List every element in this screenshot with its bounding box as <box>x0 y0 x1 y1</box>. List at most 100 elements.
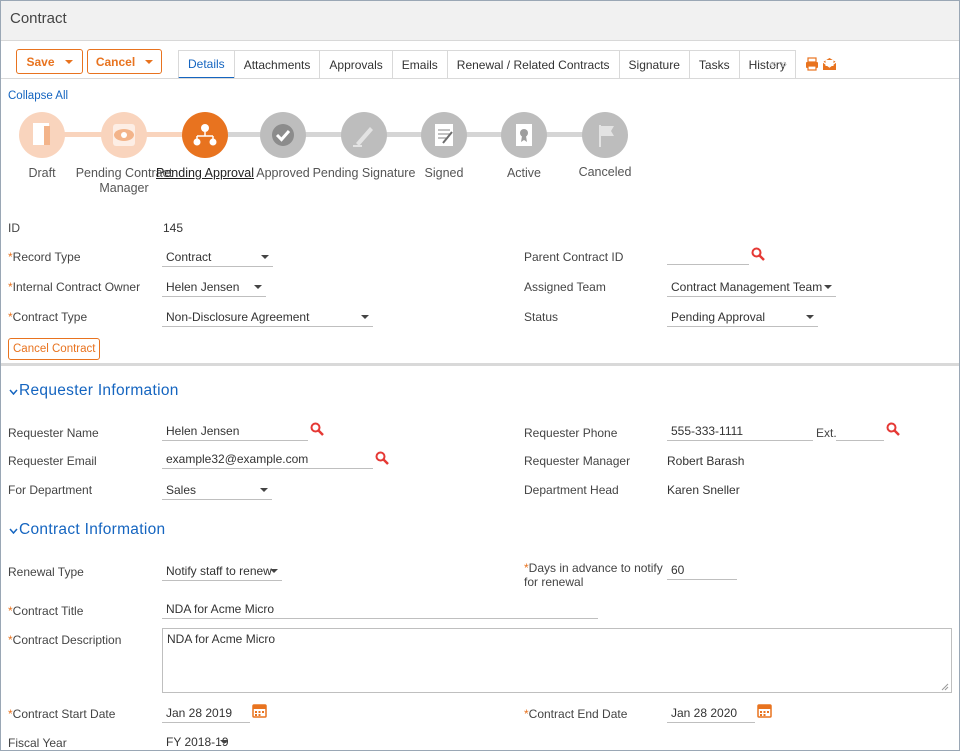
chevron-down-icon[interactable] <box>145 59 154 64</box>
internal-contract-owner-select[interactable]: Helen Jensen <box>162 277 266 297</box>
print-icon[interactable] <box>805 57 819 71</box>
tab-history[interactable]: History <box>738 50 796 79</box>
eye-icon <box>113 124 135 146</box>
tab-signature[interactable]: Signature <box>618 50 690 79</box>
contract-start-date-label: *Contract Start Date <box>8 707 116 721</box>
workflow-step-draft <box>19 112 65 158</box>
requester-information-header[interactable]: Requester Information <box>19 382 179 400</box>
workflow-step-canceled <box>582 112 628 158</box>
certificate-icon <box>516 124 532 146</box>
calendar-icon[interactable] <box>757 703 772 718</box>
chevron-down-icon <box>270 569 278 573</box>
requester-phone-input[interactable]: 555-333-1111 <box>667 421 813 441</box>
chevron-down-icon <box>254 285 262 289</box>
contract-information-header[interactable]: Contract Information <box>19 521 165 539</box>
contract-description-label: *Contract Description <box>8 633 122 647</box>
requester-manager-label: Requester Manager <box>524 454 631 468</box>
tab-scroll-arrows-icon[interactable]: « » <box>769 56 787 71</box>
renewal-type-label: Renewal Type <box>8 565 84 579</box>
id-label: ID <box>8 221 20 235</box>
title-bar: Contract <box>1 1 959 41</box>
fiscal-year-select[interactable]: FY 2018-19 <box>162 732 232 750</box>
renewal-type-select[interactable]: Notify staff to renew <box>162 561 282 581</box>
tab-approvals[interactable]: Approvals <box>319 50 393 79</box>
chevron-down-icon[interactable] <box>9 528 18 534</box>
chevron-down-icon <box>824 285 832 289</box>
tab-attachments[interactable]: Attachments <box>233 50 321 79</box>
for-department-label: For Department <box>8 483 93 497</box>
tab-details[interactable]: Details <box>178 50 235 79</box>
requester-manager-value: Robert Barash <box>667 454 745 468</box>
workflow-step-pending-signature <box>341 112 387 158</box>
checkmark-icon <box>272 124 294 146</box>
requester-email-label: Requester Email <box>8 454 97 468</box>
fiscal-year-label: Fiscal Year <box>8 736 67 750</box>
workflow-step-pending-approval <box>182 112 228 158</box>
workflow-step-signed <box>421 112 467 158</box>
id-value: 145 <box>163 221 184 235</box>
cancel-button-label: Cancel <box>95 54 136 69</box>
status-label: Status <box>524 310 559 324</box>
requester-name-input[interactable]: Helen Jensen <box>162 421 308 441</box>
days-in-advance-input[interactable]: 60 <box>667 560 737 580</box>
requester-email-input[interactable]: example32@example.com <box>162 449 373 469</box>
internal-contract-owner-label: *Internal Contract Owner <box>8 280 141 294</box>
page-title: Contract <box>10 10 67 27</box>
chevron-down-icon <box>806 315 814 319</box>
contract-title-input[interactable]: NDA for Acme Micro <box>162 599 598 619</box>
ext-label: Ext. <box>816 426 837 440</box>
chevron-down-icon <box>220 740 228 744</box>
contract-type-label: *Contract Type <box>8 310 88 324</box>
contract-title-label: *Contract Title <box>8 604 84 618</box>
tab-bar: Details Attachments Approvals Emails Ren… <box>178 50 796 79</box>
resize-handle-icon[interactable] <box>941 683 949 691</box>
for-department-select[interactable]: Sales <box>162 480 272 500</box>
workflow-step-pending-contract-manager <box>101 112 147 158</box>
section-divider <box>1 363 959 366</box>
assigned-team-label: Assigned Team <box>524 280 606 294</box>
collapse-all-link[interactable]: Collapse All <box>8 90 68 102</box>
pen-icon <box>353 127 373 147</box>
assigned-team-select[interactable]: Contract Management Team <box>667 277 836 297</box>
cancel-contract-button[interactable]: Cancel Contract <box>8 338 101 360</box>
department-head-link[interactable]: Karen Sneller <box>667 483 740 497</box>
save-button[interactable]: Save <box>16 49 83 74</box>
chevron-down-icon <box>361 315 369 319</box>
status-select[interactable]: Pending Approval <box>667 307 818 327</box>
department-head-label: Department Head <box>524 483 619 497</box>
chevron-down-icon <box>261 255 269 259</box>
requester-phone-label: Requester Phone <box>524 426 618 440</box>
days-in-advance-label: *Days in advance to notify for renewal <box>524 561 663 589</box>
search-icon[interactable] <box>375 451 389 465</box>
tab-tasks[interactable]: Tasks <box>688 50 740 79</box>
search-icon[interactable] <box>310 422 324 436</box>
parent-contract-id-input[interactable] <box>667 245 749 265</box>
contract-window: Contract Save Cancel Details Attachments… <box>0 0 960 751</box>
chevron-down-icon <box>260 488 268 492</box>
workflow-step-approved <box>260 112 306 158</box>
people-hierarchy-icon <box>193 124 217 146</box>
record-type-label: *Record Type <box>8 250 81 264</box>
calendar-icon[interactable] <box>252 703 267 718</box>
requester-name-label: Requester Name <box>8 426 99 440</box>
save-button-label: Save <box>26 54 55 69</box>
workflow-label-canceled: Canceled <box>578 165 632 179</box>
workflow-step-active <box>501 112 547 158</box>
ext-input[interactable] <box>836 421 884 441</box>
cancel-button[interactable]: Cancel <box>87 49 162 74</box>
signed-document-icon <box>435 124 453 146</box>
contract-start-date-input[interactable]: Jan 28 2019 <box>162 703 250 723</box>
contract-end-date-input[interactable]: Jan 28 2020 <box>667 703 755 723</box>
search-icon[interactable] <box>751 247 765 261</box>
contract-description-textarea[interactable]: NDA for Acme Micro <box>162 628 952 693</box>
tab-emails[interactable]: Emails <box>391 50 448 79</box>
document-icon <box>33 123 50 145</box>
search-icon[interactable] <box>886 422 900 436</box>
chevron-down-icon[interactable] <box>64 59 73 64</box>
contract-type-select[interactable]: Non-Disclosure Agreement <box>162 307 373 327</box>
tab-renewal-related-contracts[interactable]: Renewal / Related Contracts <box>446 50 620 79</box>
chevron-down-icon[interactable] <box>9 389 18 395</box>
record-type-select[interactable]: Contract <box>162 247 273 267</box>
email-icon[interactable] <box>822 57 837 71</box>
parent-contract-id-label: Parent Contract ID <box>524 250 624 264</box>
